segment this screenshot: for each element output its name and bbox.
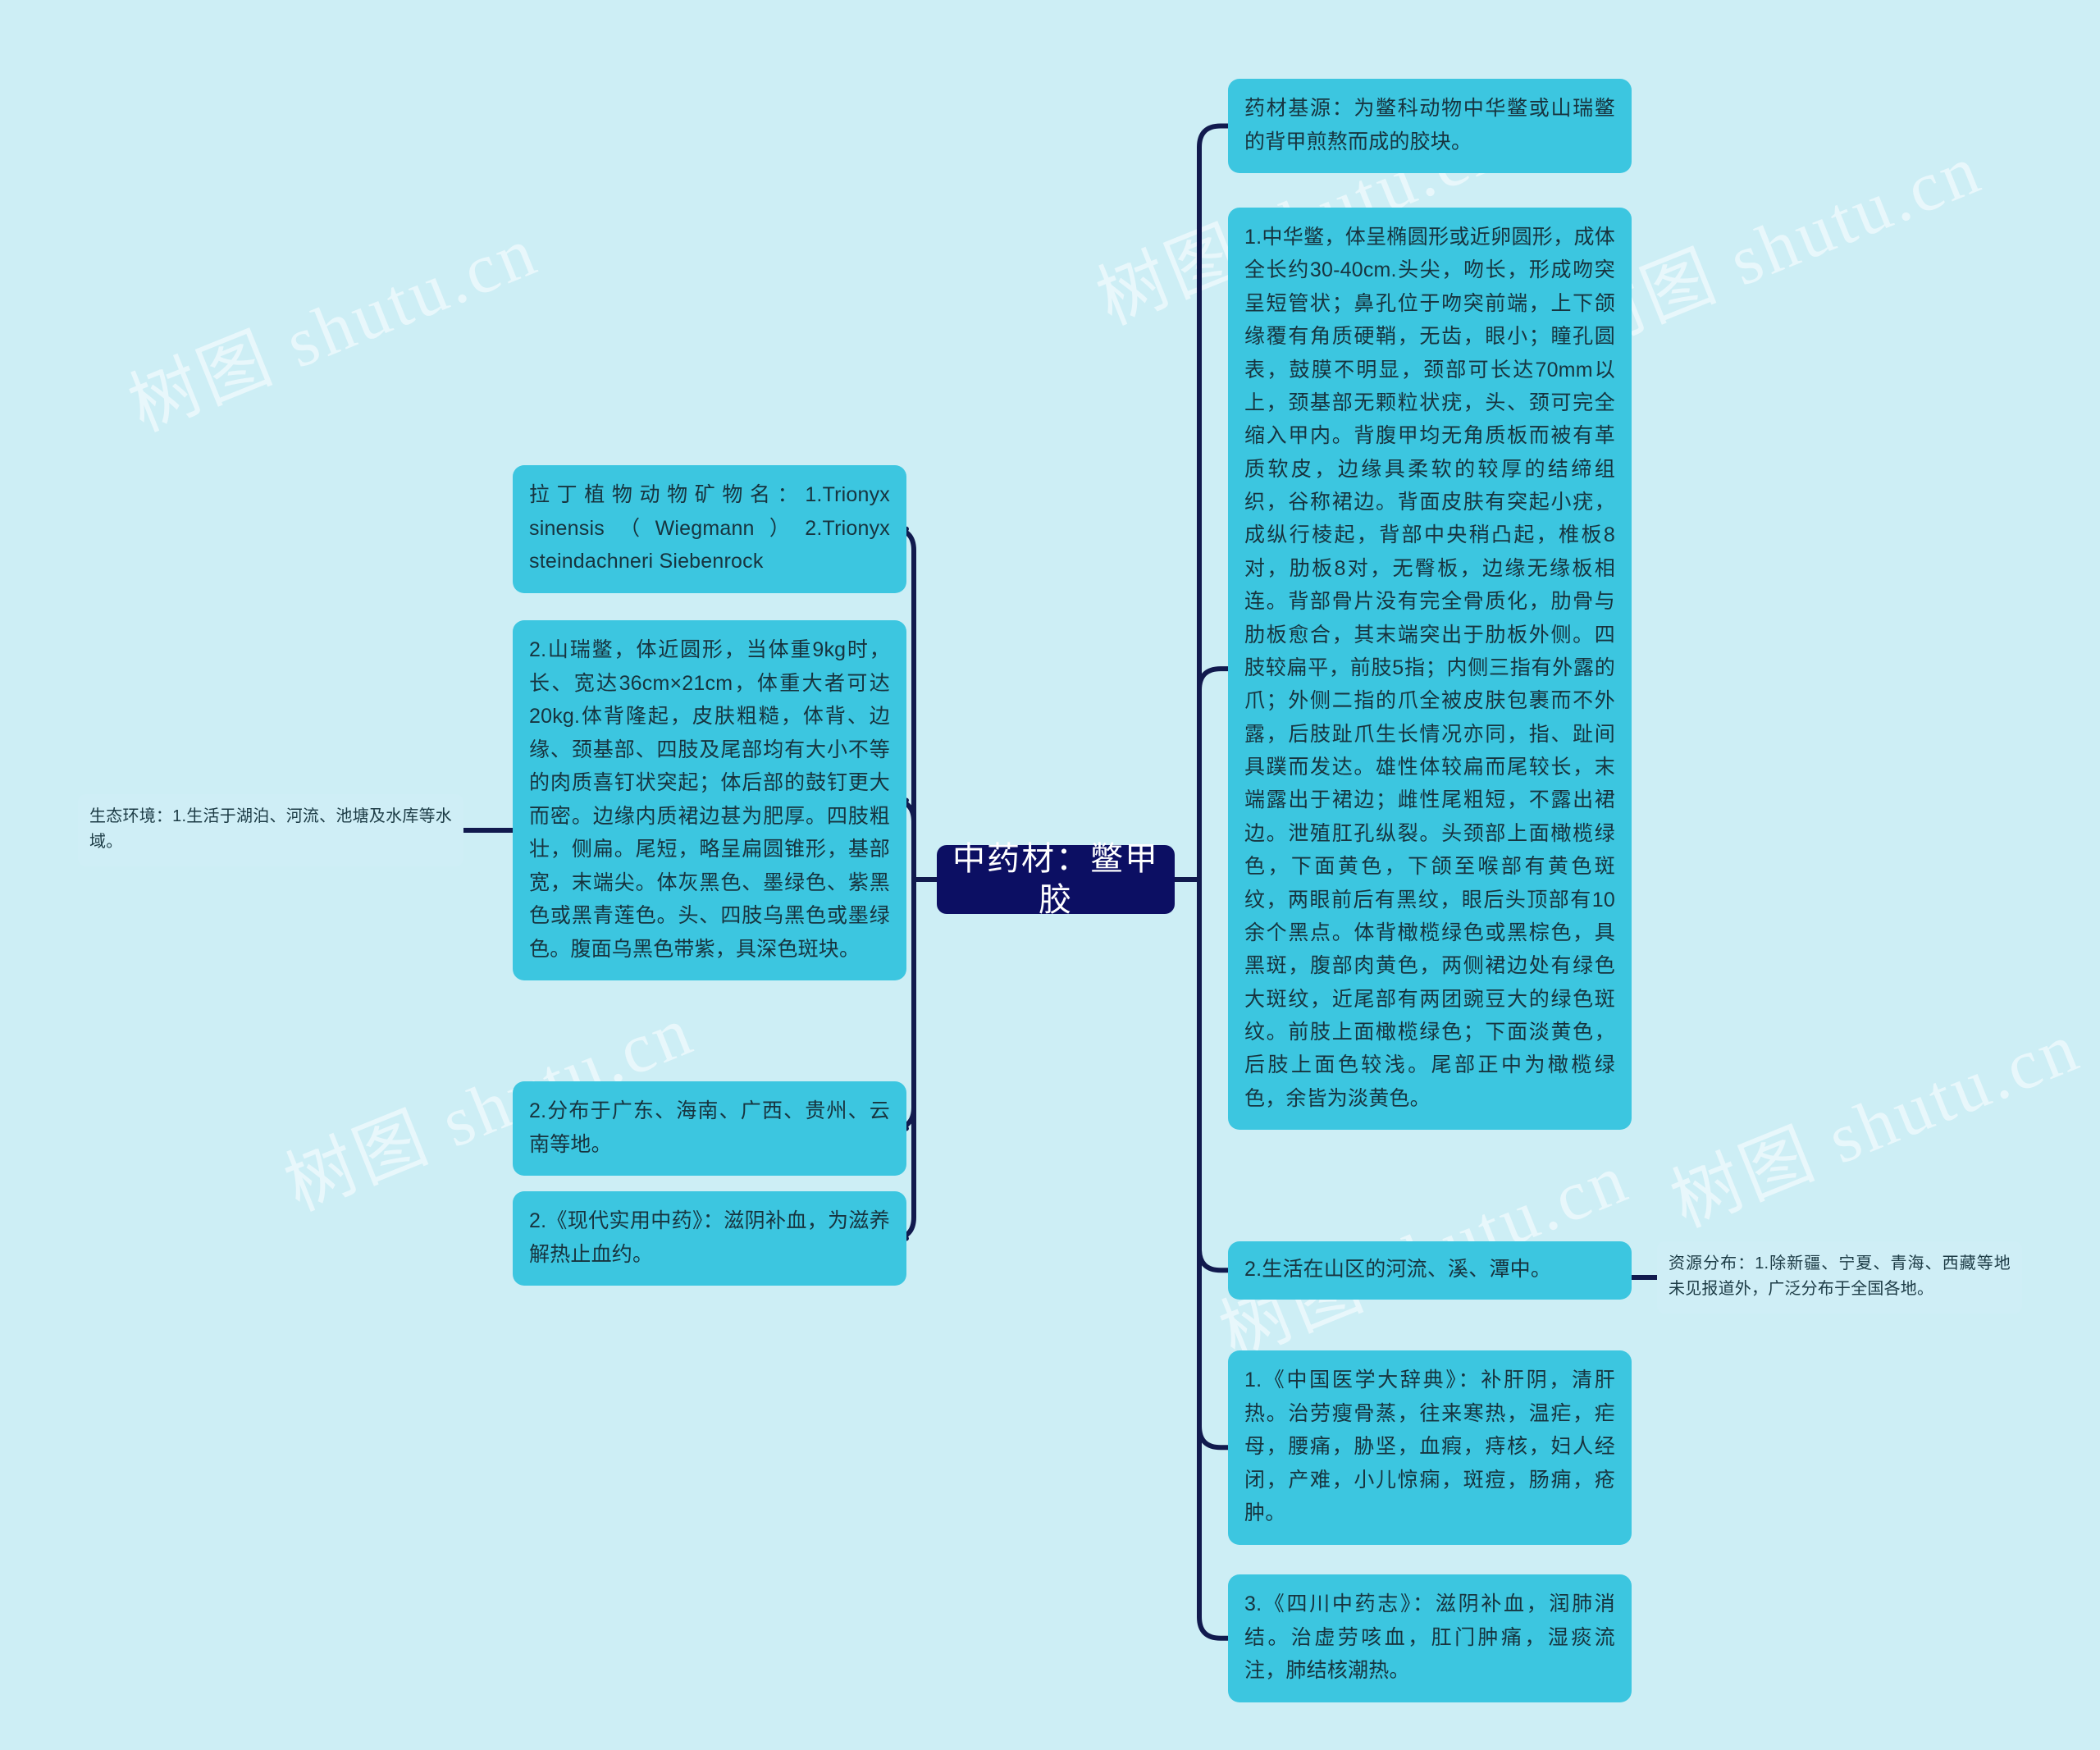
node-resource-distribution[interactable]: 资源分布：1.除新疆、宁夏、青海、西藏等地未见报道外，广泛分布于全国各地。 [1657,1241,2022,1314]
node-zhonghua-bie-description[interactable]: 1.中华鳖，体呈椭圆形或近卵圆形，成体全长约30-40cm.头尖，吻长，形成吻突… [1228,208,1632,1131]
watermark: 树图 shutu.cn [118,211,549,446]
node-latin-name[interactable]: 拉丁植物动物矿物名：1.Trionyx sinensis（Wiegmann）2.… [513,465,906,593]
node-shanrui-description[interactable]: 2.山瑞鳖，体近圆形，当体重9kg时，长、宽达36cm×21cm，体重大者可达2… [513,620,906,980]
node-material-source[interactable]: 药材基源：为鳖科动物中华鳖或山瑞鳖的背甲煎熬而成的胶块。 [1228,79,1632,173]
node-book-modern-practical[interactable]: 2.《现代实用中药》：滋阴补血，为滋养解热止血约。 [513,1191,906,1286]
mindmap-canvas: 树图 shutu.cn 树图 shutu.cn 树图 shutu.cn 树图 s… [0,0,2100,1750]
node-distribution-left[interactable]: 2.分布于广东、海南、广西、贵州、云南等地。 [513,1081,906,1176]
node-book-china-medical-dictionary[interactable]: 1.《中国医学大辞典》：补肝阴，清肝热。治劳瘦骨蒸，往来寒热，温疟，疟母，腰痛，… [1228,1350,1632,1545]
root-node-title[interactable]: 中药材：鳖甲胶 [937,841,1175,918]
watermark: 树图 shutu.cn [1660,1007,2091,1242]
node-book-sichuan-herbal[interactable]: 3.《四川中药志》：滋阴补血，润肺消结。治虚劳咳血，肛门肿痛，湿痰流注，肺结核潮… [1228,1574,1632,1702]
node-habitat-mountain[interactable]: 2.生活在山区的河流、溪、潭中。 [1228,1241,1632,1300]
node-eco-environment[interactable]: 生态环境：1.生活于湖泊、河流、池塘及水库等水域。 [78,794,463,866]
